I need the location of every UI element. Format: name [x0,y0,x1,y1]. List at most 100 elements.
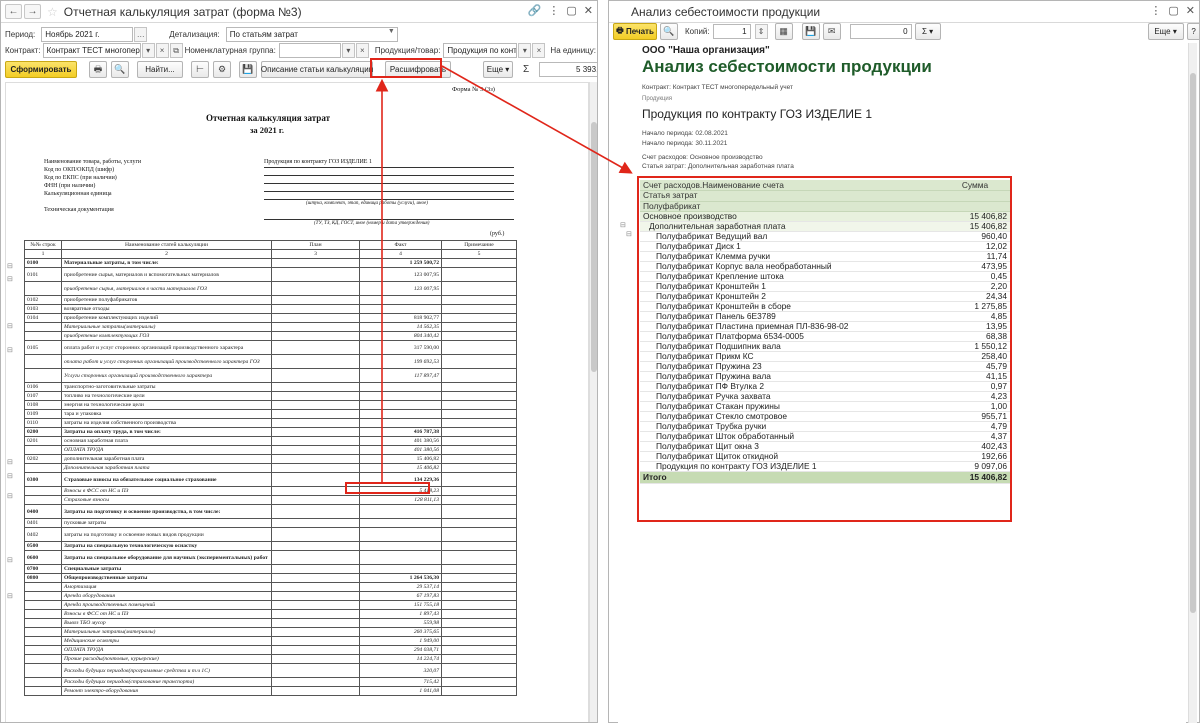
calc-row[interactable]: 0109 тара и упаковка [24,409,517,419]
calc-row[interactable]: 0600 Затраты на специальное оборудование … [24,550,517,565]
calc-row[interactable]: 0202 дополнительная заработная плата 15 40… [24,454,517,464]
left-scroll-thumb[interactable] [591,122,597,372]
maximize-icon[interactable]: ▢ [566,4,576,17]
close-icon[interactable]: ✕ [1186,4,1195,17]
calc-row[interactable]: 0800 Общепроизводственные затраты 1 264 53… [24,573,517,583]
sum-dropdown-button[interactable]: Σ ▾ [914,23,941,40]
copies-stepper[interactable]: ⇕ [754,24,768,39]
product-field[interactable]: Продукция по контра [443,43,518,58]
calc-row[interactable]: 0108 энергия на технологические цели [24,400,517,410]
calc-row[interactable]: Аренда оборудования 67 197,83 [24,591,517,601]
nomgroup-field[interactable] [278,43,341,58]
calc-row[interactable]: 0100 Материальные затраты, в том числе: 1 … [24,258,517,268]
calc-row[interactable]: Дополнительная заработная плата 15 406,82 [24,463,517,473]
calc-row[interactable]: 0106 транспортно-заготовительные затраты [24,382,517,392]
product-clear-icon[interactable]: × [532,43,546,58]
collapse-toggle-icon[interactable]: ⊟ [7,458,13,466]
calc-row[interactable]: 0103 возвратные отходы [24,304,517,314]
maximize-icon[interactable]: ▢ [1168,4,1178,17]
calc-row[interactable]: Услуги сторонних организаций производств… [24,368,517,383]
calc-row[interactable]: Страховые взносы 128 811,13 [24,495,517,505]
calc-row[interactable]: Ремонт электро-оборудования 1 041,08 [24,686,517,696]
favorite-star-icon[interactable]: ☆ [47,5,58,19]
calc-row[interactable]: ОПЛАТА ТРУДА 401 380,56 [24,445,517,455]
forward-icon[interactable]: → [24,4,41,19]
calc-row[interactable]: 0102 приобретение полуфабрикатов [24,295,517,305]
desc-button[interactable]: Описание статьи калькуляции [261,61,373,78]
calc-row[interactable]: 0200 Затраты на оплату труда, в том числе… [24,427,517,437]
collapse-toggle-icon[interactable]: ⊟ [7,592,13,600]
link-icon[interactable]: 🔗 [528,4,542,17]
period-select-button[interactable]: … [134,27,148,42]
calc-row[interactable]: Материальные затраты(материалы) 14 562,35 [24,322,517,332]
calc-row[interactable]: 0110 затраты на изделия собственного прои… [24,418,517,428]
save-icon[interactable]: 💾 [239,61,257,78]
calc-row[interactable]: приобретение комплектующих ГОЗ 804 340,42 [24,331,517,341]
generate-button[interactable]: Сформировать [5,61,77,78]
calc-row[interactable]: оплата работ и услуг сторонних организац… [24,354,517,369]
settings-icon[interactable]: ⚙ [213,61,231,78]
product-dropdown-icon[interactable]: ▾ [518,43,532,58]
collapse-toggle-icon[interactable]: ⊟ [7,322,13,330]
nomgroup-clear-icon[interactable]: × [355,43,369,58]
period-field[interactable]: Ноябрь 2021 г. [41,27,134,42]
copies-field[interactable]: 1 [712,24,751,39]
save-icon[interactable]: 💾 [801,23,820,40]
calc-row[interactable]: 0107 топливо на технологические цели [24,391,517,401]
calc-row[interactable]: Прочие расходы(почтовые, курьерские) 14 2… [24,654,517,664]
calc-row[interactable]: приобретение сырья, материалов в части м… [24,281,517,296]
collapse-toggle-icon[interactable]: ⊟ [7,262,13,270]
calc-row[interactable]: 0400 Затраты на подготовку и освоение про… [24,504,517,519]
collapse-toggle-icon[interactable]: ⊟ [7,492,13,500]
right-more-button[interactable]: Еще ▾ [1147,23,1184,40]
preview-icon[interactable]: 🔍 [111,61,129,78]
bookmark-icon[interactable]: ⊢ [191,61,209,78]
nomgroup-dropdown-icon[interactable]: ▾ [341,43,355,58]
menu-icon[interactable]: ⋮ [1150,4,1161,17]
right-scroll-thumb[interactable] [1190,73,1196,613]
left-scrollbar[interactable] [589,82,597,722]
right-scrollbar[interactable] [1188,43,1197,723]
calc-row[interactable]: 0402 затраты на подготовку и освоение нов… [24,527,517,542]
calc-row[interactable]: Расходы будущих периодов(страхование тра… [24,677,517,687]
collapse-toggle-icon[interactable]: ⊟ [626,230,632,238]
collapse-toggle-icon[interactable]: ⊟ [7,556,13,564]
calc-row[interactable]: Вывоз ТБО мусор 559,98 [24,618,517,628]
contract-field[interactable]: Контракт ТЕСТ многоперед [42,43,141,58]
find-button[interactable]: Найти... [137,61,183,78]
pages-icon[interactable]: ▦ [774,23,793,40]
calc-row[interactable]: Амортизация 29 537,14 [24,582,517,592]
back-icon[interactable]: ← [5,4,22,19]
contract-clear-icon[interactable]: × [155,43,169,58]
calc-row[interactable]: 0105 оплата работ и услуг сторонних орган… [24,340,517,355]
collapse-toggle-icon[interactable]: ⊟ [620,221,626,229]
close-icon[interactable]: ✕ [584,4,593,17]
more-button[interactable]: Еще ▾ [483,61,513,78]
detail-select[interactable]: По статьям затрат ▼ [225,27,398,42]
calc-row[interactable]: 0401 пусковые затраты [24,518,517,528]
calc-row[interactable]: Аренда производственных помещений 151 755… [24,600,517,610]
calc-row[interactable]: 0700 Специальные затраты [24,564,517,574]
contract-dropdown-icon[interactable]: ▾ [141,43,155,58]
calc-row[interactable]: 0104 приобретение комплектующих изделий 81… [24,313,517,323]
calc-row[interactable]: 0201 основная заработная плата 401 380,56 [24,436,517,446]
calc-row[interactable]: Взносы в ФСС от НС и ПЗ 1 897,43 [24,609,517,619]
contract-open-icon[interactable]: ⧉ [169,43,183,58]
calc-row[interactable]: Взносы в ФСС от НС и ПЗ 5 418,23 [24,486,517,496]
collapse-toggle-icon[interactable]: ⊟ [7,275,13,283]
calc-row[interactable]: Медицинские осмотры 1 949,00 [24,636,517,646]
preview-icon[interactable]: 🔍 [660,23,678,40]
calc-row[interactable]: 0500 Затраты на специальную технологическ… [24,541,517,551]
collapse-toggle-icon[interactable]: ⊟ [7,346,13,354]
collapse-toggle-icon[interactable]: ⊟ [7,472,13,480]
calc-row[interactable]: Материальные затраты(материалы) 260 375,6… [24,627,517,637]
print-icon[interactable]: 🖶 [89,61,107,78]
calc-row[interactable]: ОПЛАТА ТРУДА 294 038,71 [24,645,517,655]
email-icon[interactable]: ✉ [822,23,841,40]
calc-row[interactable]: 0101 приобретение сырья, материалов и всп… [24,267,517,282]
calc-row[interactable]: Расходы будущих периодов(программные сре… [24,663,517,678]
print-button[interactable]: 🖶 Печать [613,23,657,40]
calc-row[interactable]: 0300 Страховые взносы на обязательное соц… [24,472,517,487]
help-button[interactable]: ? [1186,23,1199,40]
menu-icon[interactable]: ⋮ [548,4,559,17]
